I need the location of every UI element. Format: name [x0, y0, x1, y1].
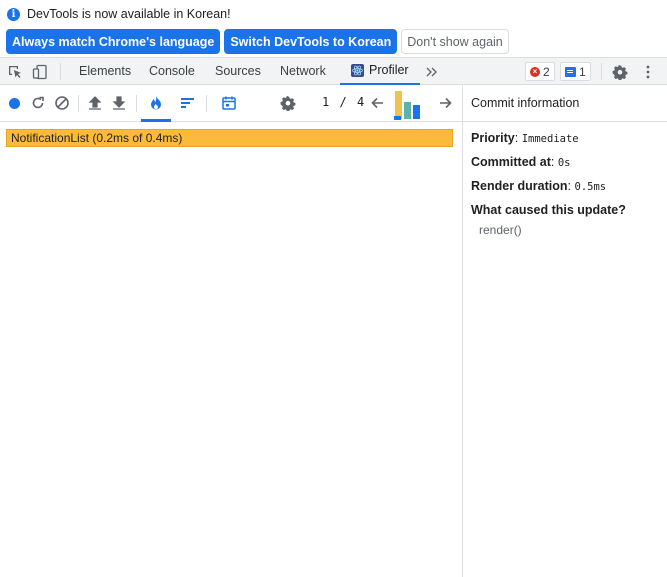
match-chrome-language-button[interactable]: Always match Chrome's language [6, 29, 221, 54]
language-infobar: i DevTools is now available in Korean! A… [0, 0, 667, 57]
update-cause-value: render() [479, 223, 522, 237]
message-icon [565, 66, 576, 77]
tab-sources[interactable]: Sources [215, 58, 261, 85]
render-duration-value: 0.5ms [574, 181, 607, 193]
flamegraph-area: NotificationList (0.2ms of 0.4ms) [0, 122, 462, 577]
render-duration-label: Render duration [471, 179, 568, 193]
timeline-calendar-icon[interactable] [221, 95, 237, 111]
commit-separator: / [339, 95, 347, 109]
error-icon: × [530, 66, 540, 77]
commit-counter: 1 / 4 [322, 95, 364, 109]
next-commit-arrow-icon[interactable] [437, 95, 453, 111]
flamegraph-chart-icon[interactable] [148, 95, 164, 111]
clear-profile-icon[interactable] [54, 95, 70, 111]
info-icon: i [7, 7, 20, 21]
inspect-element-icon[interactable] [7, 64, 23, 80]
toolbar-divider [136, 95, 137, 112]
commit-bar[interactable] [395, 91, 402, 119]
infobar-message-row: i DevTools is now available in Korean! [7, 6, 231, 22]
infobar-message: DevTools is now available in Korean! [27, 7, 231, 21]
more-tabs-chevron-icon[interactable] [424, 64, 440, 80]
more-options-kebab-icon[interactable] [640, 64, 656, 80]
tab-network[interactable]: Network [280, 58, 326, 85]
profiler-settings-gear-icon[interactable] [280, 95, 296, 111]
priority-label: Priority [471, 131, 515, 145]
toolbar-divider [601, 63, 602, 80]
react-logo-icon [351, 64, 364, 77]
commit-index: 1 [322, 95, 330, 109]
settings-gear-icon[interactable] [612, 64, 628, 80]
record-profile-button[interactable] [9, 98, 20, 109]
infobar-actions: Always match Chrome's language Switch De… [6, 29, 509, 54]
previous-commit-arrow-icon[interactable] [370, 95, 386, 111]
tab-profiler[interactable]: Profiler [340, 58, 420, 85]
selected-commit-marker [394, 116, 401, 120]
profiler-toolbar: 1 / 4 [0, 85, 462, 122]
device-toolbar-icon[interactable] [32, 64, 48, 80]
toolbar-divider [78, 95, 79, 112]
ranked-chart-icon[interactable] [180, 95, 196, 111]
error-count: 2 [543, 64, 550, 79]
update-cause-label: What caused this update? [471, 203, 626, 217]
reload-and-profile-icon[interactable] [30, 95, 46, 111]
flamegraph-node-notificationlist[interactable]: NotificationList (0.2ms of 0.4ms) [6, 129, 453, 147]
commit-info-panel: Commit information Priority: Immediate C… [462, 85, 667, 577]
committed-at-label: Committed at [471, 155, 551, 169]
commit-total: 4 [356, 95, 365, 109]
message-count-badge[interactable]: 1 [560, 62, 591, 81]
commit-bar[interactable] [404, 102, 411, 119]
commit-selector-chart[interactable] [394, 89, 425, 120]
update-cause-heading: What caused this update? [471, 203, 626, 217]
message-count: 1 [579, 64, 586, 79]
tab-console[interactable]: Console [149, 58, 195, 85]
load-profile-upload-icon[interactable] [87, 95, 103, 111]
priority-value: Immediate [521, 133, 579, 145]
tab-profiler-label: Profiler [369, 63, 409, 77]
save-profile-download-icon[interactable] [111, 95, 127, 111]
commit-info-title: Commit information [463, 85, 667, 122]
render-duration-row: Render duration: 0.5ms [471, 179, 607, 193]
commit-bar[interactable] [413, 105, 420, 119]
toolbar-divider [60, 63, 61, 80]
toolbar-divider [206, 95, 207, 112]
dont-show-again-button[interactable]: Don't show again [401, 29, 509, 54]
devtools-tab-bar: Elements Console Sources Network Profile… [0, 57, 667, 85]
priority-row: Priority: Immediate [471, 131, 579, 145]
tab-elements[interactable]: Elements [79, 58, 131, 85]
committed-at-row: Committed at: 0s [471, 155, 571, 169]
committed-at-value: 0s [557, 157, 571, 169]
error-count-badge[interactable]: × 2 [525, 62, 555, 81]
switch-to-korean-button[interactable]: Switch DevTools to Korean [224, 29, 398, 54]
